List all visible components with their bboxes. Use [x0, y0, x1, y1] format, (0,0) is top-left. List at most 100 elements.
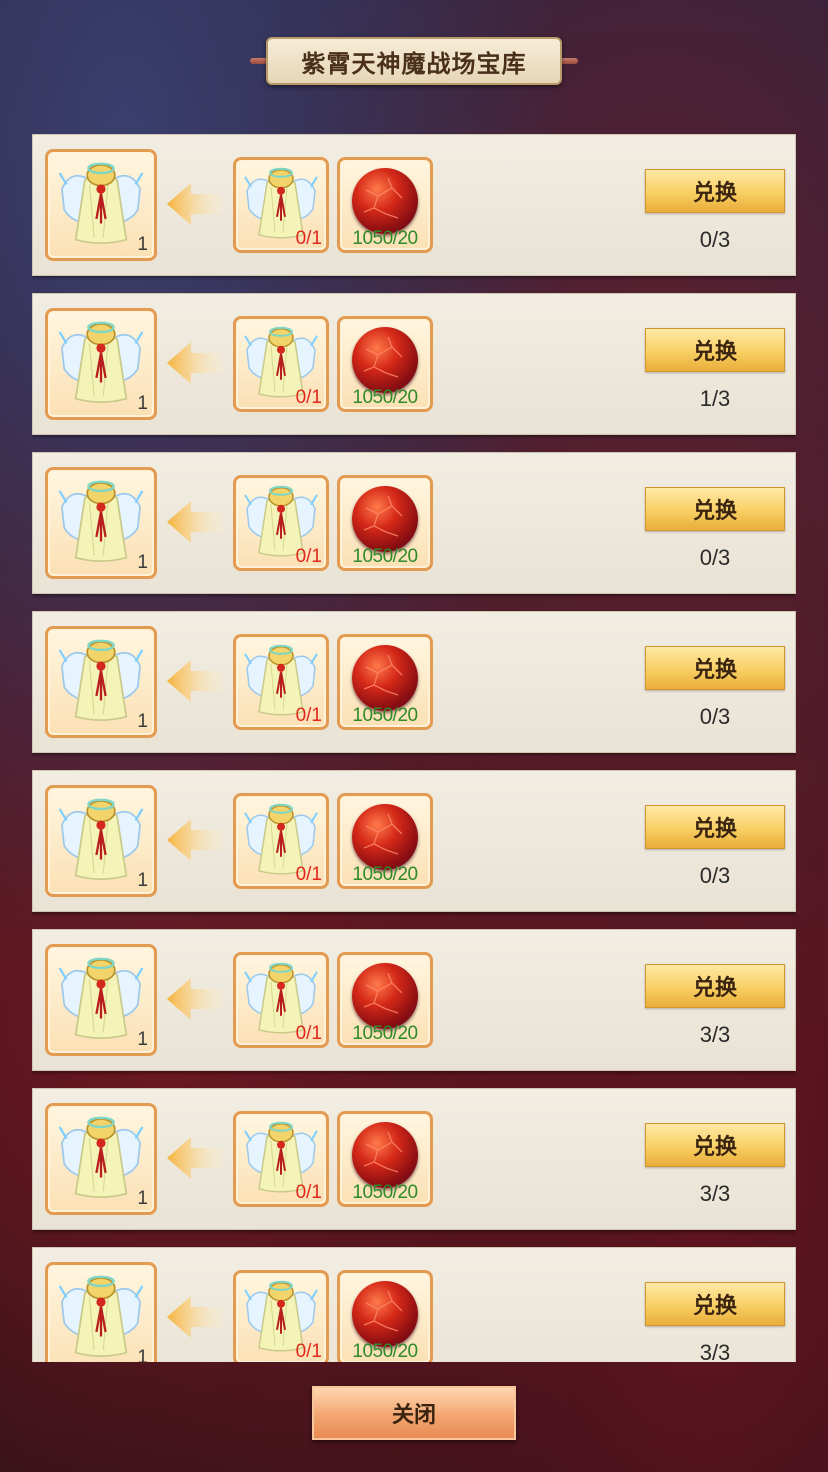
arrow-left-icon	[165, 1292, 225, 1342]
orb-count: 1050/20	[352, 705, 418, 726]
exchange-button[interactable]: 兑换	[645, 964, 785, 1008]
reward-quantity: 1	[137, 234, 148, 255]
reward-quantity: 1	[137, 552, 148, 573]
exchange-button[interactable]: 兑换	[645, 487, 785, 531]
exchange-button[interactable]: 兑换	[645, 1123, 785, 1167]
arrow-left-icon	[165, 497, 225, 547]
angel-robe-icon	[55, 950, 147, 1047]
exchange-button[interactable]: 兑换	[645, 805, 785, 849]
exchange-limit: 1/3	[699, 386, 731, 411]
angel-robe-icon	[55, 1109, 147, 1206]
cost-item-slot[interactable]: 0/1	[233, 1270, 329, 1362]
arrow-left-icon	[165, 338, 225, 388]
page-title: 紫霄天神魔战场宝库	[301, 50, 527, 78]
exchange-row: 1 0/1 1050/20 兑换 0/3	[32, 452, 796, 594]
exchange-limit: 0/3	[699, 545, 731, 570]
exchange-row: 1 0/1 1050/20 兑换 3/3	[32, 1088, 796, 1230]
cost-orb-slot[interactable]: 1050/20	[337, 475, 433, 571]
orb-count: 1050/20	[352, 1182, 418, 1203]
reward-item-slot[interactable]: 1	[45, 308, 157, 420]
cost-item-slot[interactable]: 0/1	[233, 793, 329, 889]
exchange-row: 1 0/1 1050/20 兑换 0/3	[32, 770, 796, 912]
cost-item-slot[interactable]: 0/1	[233, 952, 329, 1048]
red-orb-icon	[352, 1122, 418, 1189]
reward-quantity: 1	[137, 393, 148, 414]
cost-item-slot[interactable]: 0/1	[233, 157, 329, 253]
cost-orb-slot[interactable]: 1050/20	[337, 316, 433, 412]
reward-quantity: 1	[137, 1347, 148, 1362]
arrow-left-icon	[165, 974, 225, 1024]
cost-item-slot[interactable]: 0/1	[233, 316, 329, 412]
cost-item-count: 0/1	[295, 864, 322, 885]
angel-robe-icon	[55, 314, 147, 411]
exchange-button[interactable]: 兑换	[645, 169, 785, 213]
exchange-button[interactable]: 兑换	[645, 646, 785, 690]
angel-robe-icon	[55, 632, 147, 729]
orb-count: 1050/20	[352, 1341, 418, 1362]
exchange-row: 1 0/1 1050/20 兑换 0/3	[32, 611, 796, 753]
cost-orb-slot[interactable]: 1050/20	[337, 157, 433, 253]
reward-item-slot[interactable]: 1	[45, 944, 157, 1056]
angel-robe-icon	[55, 791, 147, 888]
arrow-left-icon	[165, 1133, 225, 1183]
cost-item-slot[interactable]: 0/1	[233, 1111, 329, 1207]
cost-orb-slot[interactable]: 1050/20	[337, 1270, 433, 1362]
orb-count: 1050/20	[352, 228, 418, 249]
cost-orb-slot[interactable]: 1050/20	[337, 793, 433, 889]
arrow-left-icon	[165, 656, 225, 706]
arrow-left-icon	[165, 815, 225, 865]
red-orb-icon	[352, 486, 418, 553]
cost-item-count: 0/1	[295, 705, 322, 726]
close-button[interactable]: 关闭	[312, 1386, 516, 1440]
reward-item-slot[interactable]: 1	[45, 785, 157, 897]
cost-orb-slot[interactable]: 1050/20	[337, 952, 433, 1048]
arrow-left-icon	[165, 179, 225, 229]
reward-item-slot[interactable]: 1	[45, 467, 157, 579]
orb-count: 1050/20	[352, 1023, 418, 1044]
orb-count: 1050/20	[352, 387, 418, 408]
exchange-limit: 0/3	[699, 227, 731, 252]
cost-item-slot[interactable]: 0/1	[233, 634, 329, 730]
angel-robe-icon	[55, 1268, 147, 1362]
orb-count: 1050/20	[352, 546, 418, 567]
cost-item-count: 0/1	[295, 1182, 322, 1203]
red-orb-icon	[352, 645, 418, 712]
title-plate: 紫霄天神魔战场宝库	[266, 37, 562, 85]
title-banner: 紫霄天神魔战场宝库	[250, 37, 578, 85]
red-orb-icon	[352, 327, 418, 394]
angel-robe-icon	[55, 473, 147, 570]
cost-orb-slot[interactable]: 1050/20	[337, 1111, 433, 1207]
exchange-row: 1 0/1 1050/20 兑换 3/3	[32, 929, 796, 1071]
cost-item-count: 0/1	[295, 1023, 322, 1044]
exchange-limit: 0/3	[699, 863, 731, 888]
reward-quantity: 1	[137, 711, 148, 732]
exchange-row: 1 0/1 1050/20 兑换 1/3	[32, 293, 796, 435]
exchange-limit: 3/3	[699, 1181, 731, 1206]
exchange-button[interactable]: 兑换	[645, 328, 785, 372]
reward-item-slot[interactable]: 1	[45, 1103, 157, 1215]
cost-item-slot[interactable]: 0/1	[233, 475, 329, 571]
cost-item-count: 0/1	[295, 1341, 322, 1362]
reward-quantity: 1	[137, 1029, 148, 1050]
orb-count: 1050/20	[352, 864, 418, 885]
reward-item-slot[interactable]: 1	[45, 149, 157, 261]
cost-item-count: 0/1	[295, 546, 322, 567]
exchange-limit: 0/3	[699, 704, 731, 729]
angel-robe-icon	[55, 155, 147, 252]
exchange-row: 1 0/1 1050/20 兑换 0/3	[32, 134, 796, 276]
reward-item-slot[interactable]: 1	[45, 626, 157, 738]
exchange-list[interactable]: 1 0/1 1050/20 兑换 0/3 1 0/1 1050/20 兑换 1/3	[32, 134, 796, 1362]
exchange-limit: 3/3	[699, 1022, 731, 1047]
red-orb-icon	[352, 804, 418, 871]
exchange-limit: 3/3	[699, 1340, 731, 1362]
red-orb-icon	[352, 963, 418, 1030]
reward-quantity: 1	[137, 1188, 148, 1209]
red-orb-icon	[352, 1281, 418, 1348]
reward-quantity: 1	[137, 870, 148, 891]
cost-item-count: 0/1	[295, 228, 322, 249]
cost-orb-slot[interactable]: 1050/20	[337, 634, 433, 730]
reward-item-slot[interactable]: 1	[45, 1262, 157, 1362]
exchange-button[interactable]: 兑换	[645, 1282, 785, 1326]
red-orb-icon	[352, 168, 418, 235]
cost-item-count: 0/1	[295, 387, 322, 408]
